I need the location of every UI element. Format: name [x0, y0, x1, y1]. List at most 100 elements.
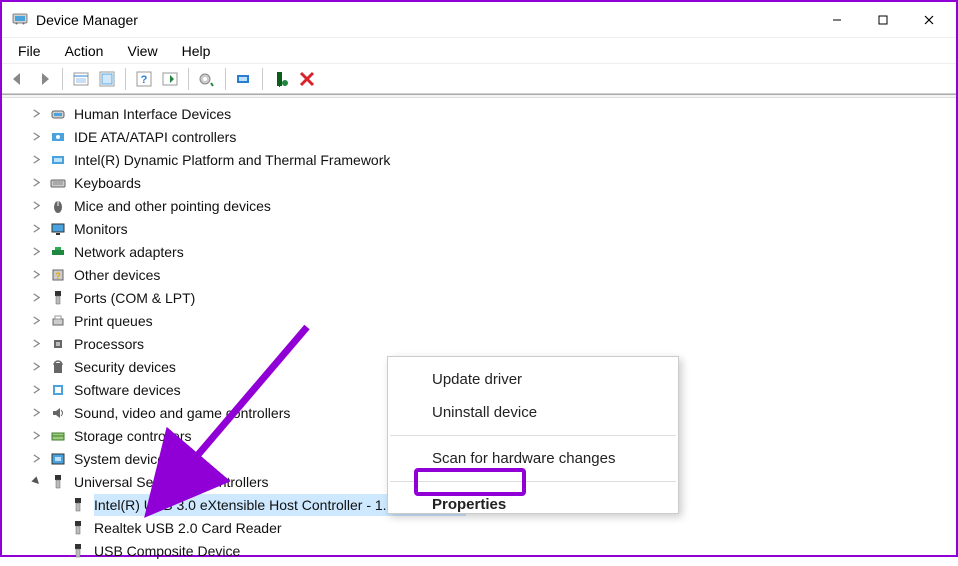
toolbar-separator — [188, 68, 189, 90]
tree-item-label: Intel(R) Dynamic Platform and Thermal Fr… — [74, 149, 390, 171]
chevron-right-icon[interactable] — [28, 382, 44, 398]
toolbar-separator — [62, 68, 63, 90]
tree-item-label: Monitors — [74, 218, 128, 240]
tree-item[interactable]: Print queues — [18, 309, 956, 332]
chevron-right-icon[interactable] — [28, 451, 44, 467]
chevron-right-icon[interactable] — [28, 175, 44, 191]
window-title: Device Manager — [36, 12, 814, 28]
tree-item[interactable]: Mice and other pointing devices — [18, 194, 956, 217]
ctx-uninstall-device[interactable]: Uninstall device — [388, 396, 678, 429]
monitor-icon — [48, 219, 68, 239]
chevron-right-icon[interactable] — [28, 313, 44, 329]
close-button[interactable] — [906, 3, 952, 37]
toolbar-separator — [225, 68, 226, 90]
security-icon — [48, 357, 68, 377]
tree-item[interactable]: IDE ATA/ATAPI controllers — [18, 125, 956, 148]
storage-icon — [48, 426, 68, 446]
software-icon — [48, 380, 68, 400]
chevron-right-icon[interactable] — [28, 428, 44, 444]
toolbar-separator — [262, 68, 263, 90]
thermal-icon — [48, 150, 68, 170]
tree-item-label: Storage controllers — [74, 425, 192, 447]
ctx-separator — [390, 481, 676, 482]
menu-action[interactable]: Action — [55, 41, 114, 61]
printer-icon — [48, 311, 68, 331]
tree-item-label: Sound, video and game controllers — [74, 402, 290, 424]
tree-item[interactable]: Human Interface Devices — [18, 102, 956, 125]
tree-item-label: Universal Serial Bus controllers — [74, 471, 269, 493]
usb-icon — [68, 495, 88, 515]
tree-item-label: USB Composite Device — [94, 540, 240, 562]
tree-item-label: Ports (COM & LPT) — [74, 287, 195, 309]
forward-button[interactable] — [32, 67, 56, 91]
tree-item[interactable]: ? Other devices — [18, 263, 956, 286]
add-legacy-button[interactable] — [269, 67, 293, 91]
other-icon: ? — [48, 265, 68, 285]
tree-item-label: Other devices — [74, 264, 160, 286]
ctx-separator — [390, 435, 676, 436]
tree-item-label: Security devices — [74, 356, 176, 378]
scan-button[interactable] — [232, 67, 256, 91]
system-icon — [48, 449, 68, 469]
toolbar-separator — [125, 68, 126, 90]
menu-view[interactable]: View — [117, 41, 167, 61]
tree-item-label: Keyboards — [74, 172, 141, 194]
tree-item[interactable]: Monitors — [18, 217, 956, 240]
menubar: File Action View Help — [2, 38, 956, 64]
show-hidden-button[interactable] — [69, 67, 93, 91]
maximize-button[interactable] — [860, 3, 906, 37]
menu-help[interactable]: Help — [172, 41, 221, 61]
usb-icon — [68, 518, 88, 538]
back-button[interactable] — [6, 67, 30, 91]
update-driver-button[interactable] — [195, 67, 219, 91]
chevron-right-icon[interactable] — [28, 244, 44, 260]
window-controls — [814, 3, 952, 37]
tree-item[interactable]: Intel(R) Dynamic Platform and Thermal Fr… — [18, 148, 956, 171]
help-button[interactable]: ? — [132, 67, 156, 91]
hid-icon — [48, 104, 68, 124]
usb-icon — [68, 541, 88, 561]
ctx-scan-hardware[interactable]: Scan for hardware changes — [388, 442, 678, 475]
sound-icon — [48, 403, 68, 423]
chevron-right-icon[interactable] — [28, 336, 44, 352]
chevron-right-icon[interactable] — [28, 221, 44, 237]
tree-item[interactable]: Network adapters — [18, 240, 956, 263]
keyboard-icon — [48, 173, 68, 193]
svg-text:?: ? — [141, 74, 148, 86]
processor-icon — [48, 334, 68, 354]
context-menu: Update driver Uninstall device Scan for … — [387, 356, 679, 514]
action-button[interactable] — [158, 67, 182, 91]
chevron-right-icon[interactable] — [28, 106, 44, 122]
tree-item[interactable]: Processors — [18, 332, 956, 355]
devmgr-app-icon — [12, 12, 28, 28]
usb-icon — [48, 472, 68, 492]
tree-item[interactable]: Ports (COM & LPT) — [18, 286, 956, 309]
menu-file[interactable]: File — [8, 41, 51, 61]
chevron-right-icon[interactable] — [28, 359, 44, 375]
tree-item-label: Realtek USB 2.0 Card Reader — [94, 517, 282, 539]
chevron-right-icon[interactable] — [28, 198, 44, 214]
chevron-right-icon[interactable] — [28, 405, 44, 421]
tree-item-label: Software devices — [74, 379, 181, 401]
uninstall-button[interactable] — [295, 67, 319, 91]
tree-item-label: System devices — [74, 448, 172, 470]
ctx-update-driver[interactable]: Update driver — [388, 363, 678, 396]
network-icon — [48, 242, 68, 262]
minimize-button[interactable] — [814, 3, 860, 37]
chevron-right-icon[interactable] — [28, 129, 44, 145]
properties-button[interactable] — [95, 67, 119, 91]
chevron-right-icon[interactable] — [28, 152, 44, 168]
chevron-right-icon[interactable] — [28, 267, 44, 283]
svg-text:?: ? — [55, 271, 61, 281]
toolbar: ? — [2, 64, 956, 94]
tree-item[interactable]: Keyboards — [18, 171, 956, 194]
chevron-right-icon[interactable] — [28, 290, 44, 306]
ctx-properties[interactable]: Properties — [388, 488, 678, 521]
tree-item-usb-child[interactable]: USB Composite Device — [18, 539, 956, 562]
tree-item-label: Print queues — [74, 310, 153, 332]
titlebar: Device Manager — [2, 2, 956, 38]
tree-item-label: IDE ATA/ATAPI controllers — [74, 126, 236, 148]
tree-item-label: Processors — [74, 333, 144, 355]
chevron-down-icon[interactable] — [28, 474, 44, 490]
ide-icon — [48, 127, 68, 147]
